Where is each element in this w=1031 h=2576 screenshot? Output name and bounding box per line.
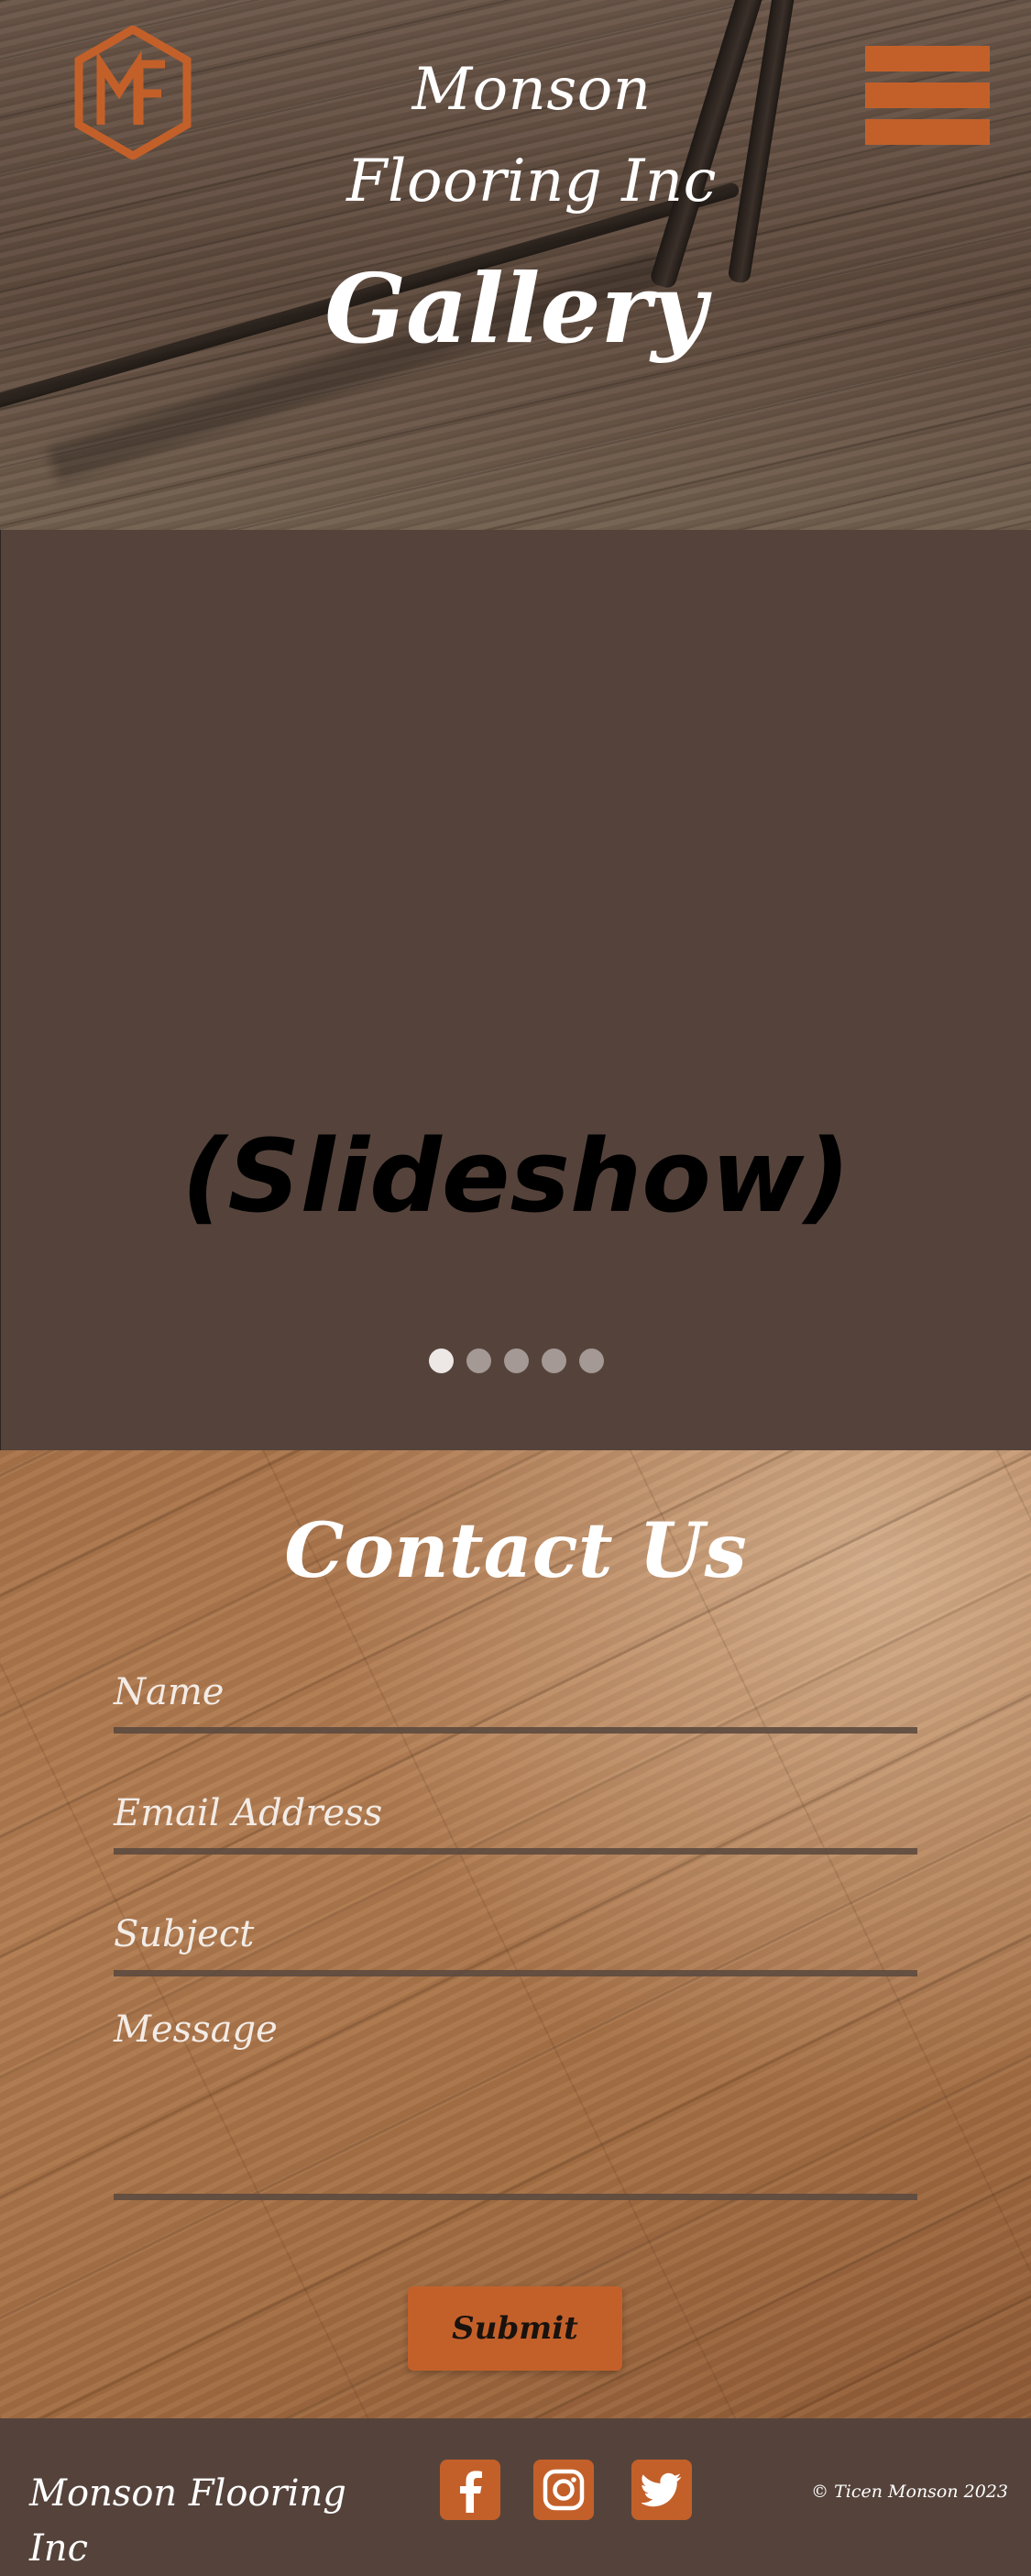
submit-button[interactable]: Submit [408, 2286, 622, 2371]
brand-title: Monson Flooring Inc [346, 56, 717, 215]
hamburger-menu-icon[interactable] [865, 46, 990, 145]
copyright-text: © Ticen Monson 2023 [811, 2482, 1008, 2502]
instagram-icon[interactable] [533, 2460, 594, 2520]
footer: Monson Flooring Inc © Ticen Monson 2023 [0, 2418, 1031, 2576]
slide-dot-3[interactable] [503, 1349, 529, 1373]
subject-field-underline [114, 1970, 917, 1976]
menu-bar [865, 119, 990, 145]
subject-input[interactable] [114, 1903, 921, 1962]
contact-title: Contact Us [284, 1507, 747, 1595]
slide-dot-2[interactable] [466, 1349, 491, 1373]
hero-header: Monson Flooring Inc Gallery [0, 0, 1031, 530]
slide-dot-1[interactable] [428, 1349, 454, 1373]
slideshow-placeholder-label: (Slideshow) [181, 1117, 850, 1235]
name-input[interactable] [114, 1661, 921, 1720]
slide-dot-5[interactable] [578, 1349, 604, 1373]
email-field-underline [114, 1848, 917, 1855]
twitter-icon[interactable] [631, 2460, 692, 2520]
slideshow-dots [1, 1349, 1031, 1376]
mf-logo-icon[interactable] [73, 24, 192, 161]
menu-bar [865, 83, 990, 108]
menu-bar [865, 46, 990, 72]
page-title: Gallery [324, 252, 707, 365]
name-field-underline [114, 1727, 917, 1734]
email-input[interactable] [114, 1782, 921, 1841]
contact-section: Contact Us Name Email Address Subject Me… [0, 1450, 1031, 2418]
gallery-slideshow[interactable]: (Slideshow) [0, 530, 1031, 1450]
slide-dot-4[interactable] [541, 1349, 566, 1373]
footer-brand: Monson Flooring Inc [29, 2472, 346, 2570]
facebook-icon[interactable] [440, 2460, 500, 2520]
message-field-underline [114, 2194, 917, 2200]
page: Monson Flooring Inc Gallery (Slideshow) … [0, 0, 1031, 2576]
message-textarea[interactable] [114, 1998, 921, 2176]
